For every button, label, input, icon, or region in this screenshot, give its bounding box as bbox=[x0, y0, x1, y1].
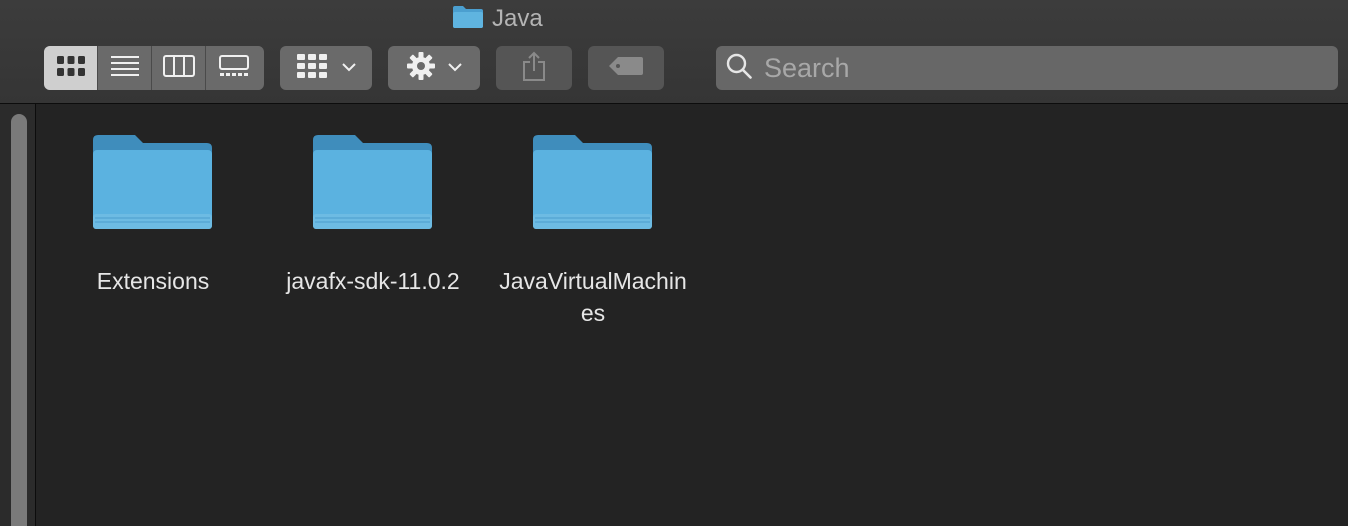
window-title: Java bbox=[452, 4, 543, 34]
folder-label: javafx-sdk-11.0.2 bbox=[286, 268, 460, 294]
window-title-text: Java bbox=[492, 5, 543, 32]
folder-item-extensions[interactable]: Extensions bbox=[53, 134, 253, 297]
folder-item-java-virtual-machines[interactable]: JavaVirtualMachines bbox=[493, 134, 693, 329]
action-button[interactable] bbox=[388, 46, 480, 90]
gallery-icon bbox=[219, 54, 249, 82]
view-mode-segmented-control bbox=[44, 46, 264, 90]
toolbar: Java bbox=[0, 0, 1348, 104]
chevron-down-icon bbox=[448, 59, 462, 77]
search-icon bbox=[726, 53, 752, 84]
gallery-view-button[interactable] bbox=[206, 46, 262, 90]
group-by-button[interactable] bbox=[280, 46, 372, 90]
folder-icon bbox=[533, 134, 653, 235]
folder-label: Extensions bbox=[96, 268, 210, 294]
folder-label: JavaVirtualMachines bbox=[499, 268, 687, 326]
file-icon-grid: Extensions javafx-sdk-11.0.2 JavaVirtual… bbox=[36, 104, 1348, 526]
columns-icon bbox=[162, 54, 195, 82]
grid-icon bbox=[56, 55, 86, 82]
tag-icon bbox=[608, 56, 644, 81]
share-icon bbox=[522, 51, 546, 86]
list-icon bbox=[110, 55, 140, 82]
search-field[interactable] bbox=[716, 46, 1338, 90]
folder-item-javafx-sdk[interactable]: javafx-sdk-11.0.2 bbox=[273, 134, 473, 297]
group-grid-icon bbox=[296, 53, 330, 84]
icon-view-button[interactable] bbox=[44, 46, 98, 90]
folder-icon bbox=[93, 134, 213, 235]
folder-icon bbox=[313, 134, 433, 235]
share-button[interactable] bbox=[496, 46, 572, 90]
tag-button[interactable] bbox=[588, 46, 664, 90]
search-input[interactable] bbox=[762, 51, 1306, 85]
list-view-button[interactable] bbox=[98, 46, 152, 90]
gear-icon bbox=[406, 51, 436, 86]
finder-window: Java Search Extensions javafx-sdk-11.0.2… bbox=[0, 0, 1348, 526]
chevron-down-icon bbox=[342, 59, 356, 77]
scrollbar-thumb[interactable] bbox=[11, 114, 27, 526]
folder-icon bbox=[452, 5, 484, 34]
sidebar-edge bbox=[0, 104, 36, 526]
column-view-button[interactable] bbox=[152, 46, 206, 90]
